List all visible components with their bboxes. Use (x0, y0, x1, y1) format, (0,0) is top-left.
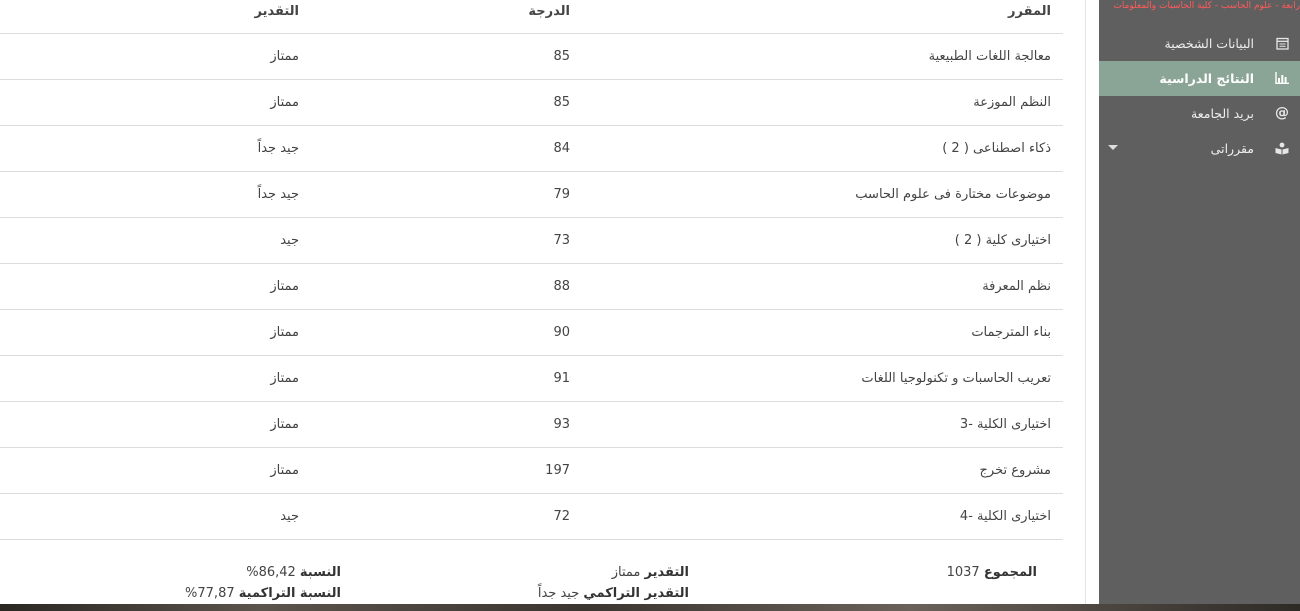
course-degree: 90 (553, 325, 570, 340)
grade-label: التقدير (644, 565, 689, 580)
table-row: نظم المعرفة 88 ممتاز (0, 264, 1063, 310)
faculty-title: رابعة - علوم الحاسب - كلية الحاسبات والم… (1113, 1, 1300, 11)
course-degree: 91 (553, 371, 570, 386)
course-grade: ممتاز (270, 325, 299, 340)
sidebar-item-university-mail[interactable]: @ بريد الجامعة (1099, 96, 1300, 131)
course-degree: 72 (553, 509, 570, 524)
cumulative-percent-label: النسبة التراكمية (238, 586, 341, 601)
sidebar-item-my-courses[interactable]: مقرراتى (1099, 131, 1300, 166)
course-name: معالجة اللغات الطبيعية (928, 49, 1051, 64)
results-table: المقرر الدرجة التقدير معالجة اللغات الطب… (0, 0, 1085, 604)
grade-summary: التقدير ممتاز (612, 565, 689, 580)
percent-value: 86,42% (246, 565, 296, 580)
course-degree: 85 (553, 49, 570, 64)
header-course: المقرر (1008, 4, 1051, 19)
table-row: اختيارى كلية ( 2 ) 73 جيد (0, 218, 1063, 264)
course-grade: جيد (280, 233, 299, 248)
course-degree: 197 (545, 463, 570, 478)
course-grade: جيد (280, 509, 299, 524)
table-row: مشروع تخرج 197 ممتاز (0, 448, 1063, 494)
table-header: المقرر الدرجة التقدير (0, 0, 1063, 34)
percent-summary: النسبة 86,42% (246, 565, 341, 580)
table-row: اختيارى الكلية -4 72 جيد (0, 494, 1063, 540)
course-name: تعريب الحاسبات و تكنولوجيا اللغات (861, 371, 1051, 386)
course-name: اختيارى كلية ( 2 ) (954, 233, 1051, 248)
course-name: ذكاء اصطناعى ( 2 ) (942, 141, 1051, 156)
sidebar-item-label: مقرراتى (1210, 141, 1254, 156)
course-name: اختيارى الكلية -4 (959, 509, 1051, 524)
chevron-down-icon[interactable] (1108, 145, 1118, 150)
course-degree: 88 (553, 279, 570, 294)
cumulative-percent-summary: النسبة التراكمية 77,87% (185, 586, 341, 601)
table-row: ذكاء اصطناعى ( 2 ) 84 جيد جداً (0, 126, 1063, 172)
cumulative-grade-label: التقدير التراكمي (583, 586, 689, 601)
course-grade: ممتاز (270, 279, 299, 294)
cumulative-percent-value: 77,87% (185, 586, 235, 601)
course-name: موضوعات مختارة فى علوم الحاسب (855, 187, 1051, 202)
sidebar: رابعة - علوم الحاسب - كلية الحاسبات والم… (1099, 0, 1300, 604)
results-summary: المجموع 1037 التقدير ممتاز التقدير الترا… (0, 560, 1063, 604)
at-sign-icon: @ (1275, 105, 1289, 121)
table-row: معالجة اللغات الطبيعية 85 ممتاز (0, 34, 1063, 80)
bar-chart-icon (1274, 70, 1290, 86)
course-degree: 79 (553, 187, 570, 202)
cumulative-grade-summary: التقدير التراكمي جيد جداً (538, 586, 689, 601)
sidebar-item-label: النتائج الدراسية (1159, 71, 1254, 86)
table-row: تعريب الحاسبات و تكنولوجيا اللغات 91 ممت… (0, 356, 1063, 402)
table-row: اختيارى الكلية -3 93 ممتاز (0, 402, 1063, 448)
sidebar-item-personal-data[interactable]: البيانات الشخصية (1099, 26, 1300, 61)
content-scroll-gutter[interactable] (1085, 0, 1099, 604)
course-name: اختيارى الكلية -3 (959, 417, 1051, 432)
header-degree: الدرجة (528, 4, 570, 19)
book-reader-icon (1274, 140, 1290, 156)
sidebar-item-label: بريد الجامعة (1191, 106, 1254, 121)
course-grade: جيد جداً (257, 141, 299, 156)
course-grade: ممتاز (270, 463, 299, 478)
course-degree: 84 (553, 141, 570, 156)
course-name: النظم الموزعة (973, 95, 1051, 110)
sidebar-item-academic-results[interactable]: النتائج الدراسية (1099, 61, 1300, 96)
cumulative-grade-value: جيد جداً (537, 586, 580, 601)
grade-value: ممتاز (611, 565, 641, 580)
table-row: بناء المترجمات 90 ممتاز (0, 310, 1063, 356)
course-grade: ممتاز (270, 49, 299, 64)
course-degree: 85 (553, 95, 570, 110)
course-name: نظم المعرفة (982, 279, 1051, 294)
course-grade: ممتاز (270, 95, 299, 110)
header-grade: التقدير (254, 4, 299, 19)
table-row: النظم الموزعة 85 ممتاز (0, 80, 1063, 126)
total-summary: المجموع 1037 (947, 565, 1037, 580)
course-degree: 93 (553, 417, 570, 432)
table-row: موضوعات مختارة فى علوم الحاسب 79 جيد جدا… (0, 172, 1063, 218)
course-degree: 73 (553, 233, 570, 248)
total-value: 1037 (946, 565, 980, 580)
calendar-icon (1274, 35, 1290, 51)
course-grade: ممتاز (270, 371, 299, 386)
percent-label: النسبة (299, 565, 341, 580)
course-name: بناء المترجمات (971, 325, 1051, 340)
total-label: المجموع (983, 565, 1037, 580)
course-name: مشروع تخرج (979, 463, 1051, 478)
course-grade: جيد جداً (257, 187, 299, 202)
course-grade: ممتاز (270, 417, 299, 432)
background-strip (0, 604, 1300, 611)
sidebar-item-label: البيانات الشخصية (1164, 36, 1254, 51)
